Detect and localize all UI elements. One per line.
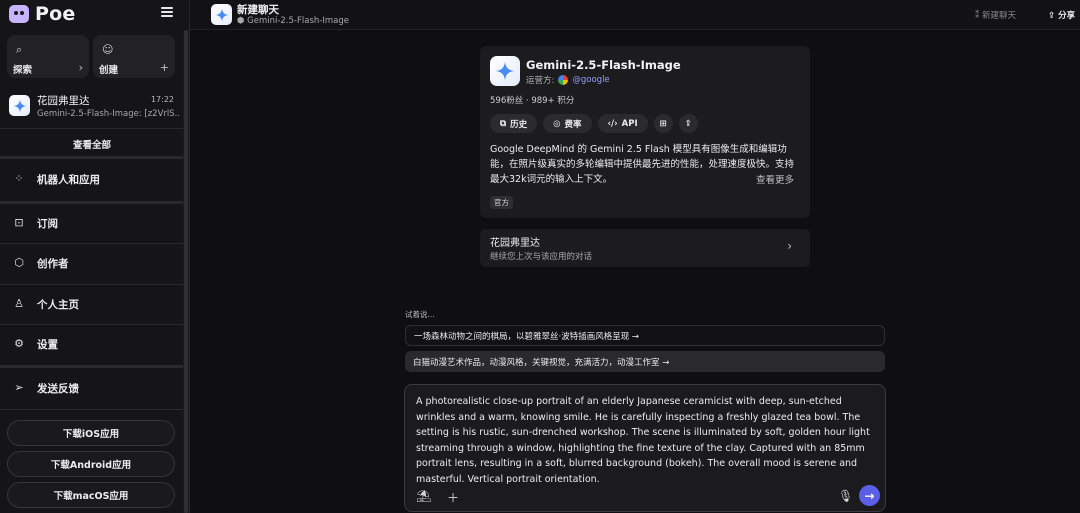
share-icon: ⇪: [1048, 11, 1059, 21]
bot-operator: 运营方: @google: [526, 74, 610, 86]
logo-text: Poe: [35, 3, 76, 25]
nav-send-feedback[interactable]: ➢ 发送反馈: [0, 369, 184, 409]
recent-chat-time: 17:22: [150, 95, 174, 104]
creator-icon: ⬡: [14, 256, 24, 269]
nav-label: 个人主页: [37, 299, 79, 311]
history-button[interactable]: ⧉ 历史: [490, 114, 538, 133]
chat-bot-name: ⬢ Gemini-2.5-Flash-Image: [237, 16, 349, 26]
suggestion-chip[interactable]: 白猫动漫艺术作品，动漫风格，关键视觉，充满活力，动漫工作室 →: [405, 351, 885, 372]
new-chat-label: 新建聊天: [981, 11, 1016, 21]
divider: [0, 365, 184, 368]
chat-title: 新建聊天: [237, 4, 279, 16]
history-label: 历史: [510, 119, 528, 130]
menu-icon[interactable]: [161, 7, 173, 17]
message-input[interactable]: A photorealistic close-up portrait of an…: [416, 394, 878, 487]
download-macos-button[interactable]: 下载macOS应用: [7, 482, 175, 508]
see-all-link[interactable]: 查看全部: [0, 137, 184, 151]
share-button[interactable]: ⇪ 分享: [1048, 9, 1075, 21]
chat-header: 新建聊天 ⬢ Gemini-2.5-Flash-Image ⁑ 新建聊天 ⇪ 分…: [190, 0, 1080, 30]
share-bot-button[interactable]: ⇪: [678, 114, 698, 133]
nav-settings[interactable]: ⚙ 设置: [0, 325, 184, 365]
sidebar-scrollbar[interactable]: [183, 30, 189, 513]
rates-label: 费率: [564, 119, 582, 130]
profile-icon: ♙: [14, 297, 24, 310]
rates-button[interactable]: ◎ 费率: [543, 114, 592, 133]
poe-app: Poe ⌕ 探索 › ☺ 创建 + 花园弗里达 17:22 Gemini-2.5…: [0, 0, 1080, 513]
plus-icon: +: [159, 61, 169, 74]
nav-label: 机器人和应用: [37, 174, 100, 186]
new-chat-icon: ⁑: [975, 11, 982, 21]
poe-logo[interactable]: Poe: [9, 3, 75, 25]
code-icon: ‹/›: [607, 118, 618, 129]
create-label: 创建: [99, 65, 119, 76]
rates-icon: ◎: [553, 118, 561, 129]
share-icon: ⇪: [684, 118, 692, 129]
chat-bot-name-text: Gemini-2.5-Flash-Image: [247, 16, 349, 26]
gemini-avatar-icon: [9, 95, 30, 116]
subscription-icon: ⊡: [14, 216, 24, 229]
chat-main: Gemini-2.5-Flash-Image 运营方: @google 596粉…: [190, 30, 1080, 513]
continue-subtitle: 继续您上次与该应用的对话: [490, 252, 593, 262]
new-chat-button[interactable]: ⁑ 新建聊天: [975, 9, 1016, 21]
nav-label: 设置: [37, 339, 58, 351]
microphone-icon[interactable]: 🎙: [838, 489, 853, 503]
nav-label: 创作者: [37, 258, 69, 270]
google-logo-icon: [558, 75, 569, 85]
nav-bots-and-apps[interactable]: ⁘ 机器人和应用: [0, 160, 184, 200]
divider: [0, 156, 184, 159]
official-badge: 官方: [490, 196, 513, 209]
embed-button[interactable]: ⊞: [653, 114, 673, 133]
bot-actions: ⧉ 历史 ◎ 费率 ‹/› API ⊞ ⇪: [490, 114, 698, 133]
poe-logo-icon: [9, 5, 29, 23]
share-label: 分享: [1058, 11, 1076, 21]
chevron-right-icon: ›: [78, 61, 83, 74]
api-button[interactable]: ‹/› API: [597, 114, 648, 133]
download-ios-button[interactable]: 下载iOS应用: [7, 420, 175, 446]
recent-chat-title: 花园弗里达: [37, 95, 90, 107]
operator-label: 运营方:: [526, 76, 555, 86]
recent-chat-preview: Gemini-2.5-Flash-Image: [z2VrlS...: [37, 109, 179, 119]
nav-label: 发送反馈: [37, 383, 79, 395]
divider: [0, 128, 184, 129]
scrollbar-thumb[interactable]: [184, 30, 188, 513]
nav-profile[interactable]: ♙ 个人主页: [0, 285, 184, 325]
message-composer[interactable]: A photorealistic close-up portrait of an…: [404, 384, 886, 512]
nav-subscription[interactable]: ⊡ 订阅: [0, 204, 184, 244]
send-feedback-icon: ➢: [14, 381, 24, 394]
download-android-button[interactable]: 下载Android应用: [7, 451, 175, 477]
bot-tools-icon[interactable]: ⛱: [416, 489, 431, 503]
explore-label: 探索: [13, 65, 33, 76]
explore-button[interactable]: ⌕ 探索 ›: [7, 35, 89, 78]
settings-icon: ⚙: [14, 337, 24, 350]
continue-conversation-card[interactable]: 花园弗里达 继续您上次与该应用的对话 ›: [480, 229, 810, 267]
create-bot-icon: ☺: [102, 43, 114, 56]
suggestion-chip[interactable]: 一场森林动物之间的棋局，以碧雅翠丝·波特插画风格呈现 →: [405, 325, 885, 346]
bot-name: Gemini-2.5-Flash-Image: [526, 58, 681, 72]
plus-icon[interactable]: ＋: [447, 489, 459, 506]
nav-label: 订阅: [37, 218, 58, 230]
gemini-avatar-icon: [211, 4, 232, 25]
arrow-right-icon: →: [864, 488, 875, 503]
create-button[interactable]: ☺ 创建 +: [93, 35, 175, 78]
suggestions-label: 试着说...: [405, 310, 435, 319]
gemini-avatar-icon: [490, 56, 520, 86]
bot-info-card: Gemini-2.5-Flash-Image 运营方: @google 596粉…: [480, 46, 810, 218]
recent-chat-item[interactable]: 花园弗里达 17:22 Gemini-2.5-Flash-Image: [z2V…: [0, 89, 184, 127]
apps-icon: ⁘: [14, 172, 24, 185]
nav-creators[interactable]: ⬡ 创作者: [0, 244, 184, 284]
embed-icon: ⊞: [659, 118, 667, 129]
history-icon: ⧉: [500, 118, 507, 129]
sidebar: Poe ⌕ 探索 › ☺ 创建 + 花园弗里达 17:22 Gemini-2.5…: [0, 0, 190, 513]
see-more-link[interactable]: 查看更多: [756, 172, 794, 186]
operator-handle[interactable]: @google: [572, 75, 609, 85]
divider: [0, 409, 184, 410]
search-icon: ⌕: [16, 43, 23, 56]
chevron-right-icon: ›: [787, 239, 792, 253]
send-button[interactable]: →: [859, 485, 880, 506]
api-label: API: [621, 118, 638, 129]
continue-title: 花园弗里达: [490, 238, 540, 249]
bot-stats: 596粉丝 · 989+ 积分: [490, 96, 575, 106]
